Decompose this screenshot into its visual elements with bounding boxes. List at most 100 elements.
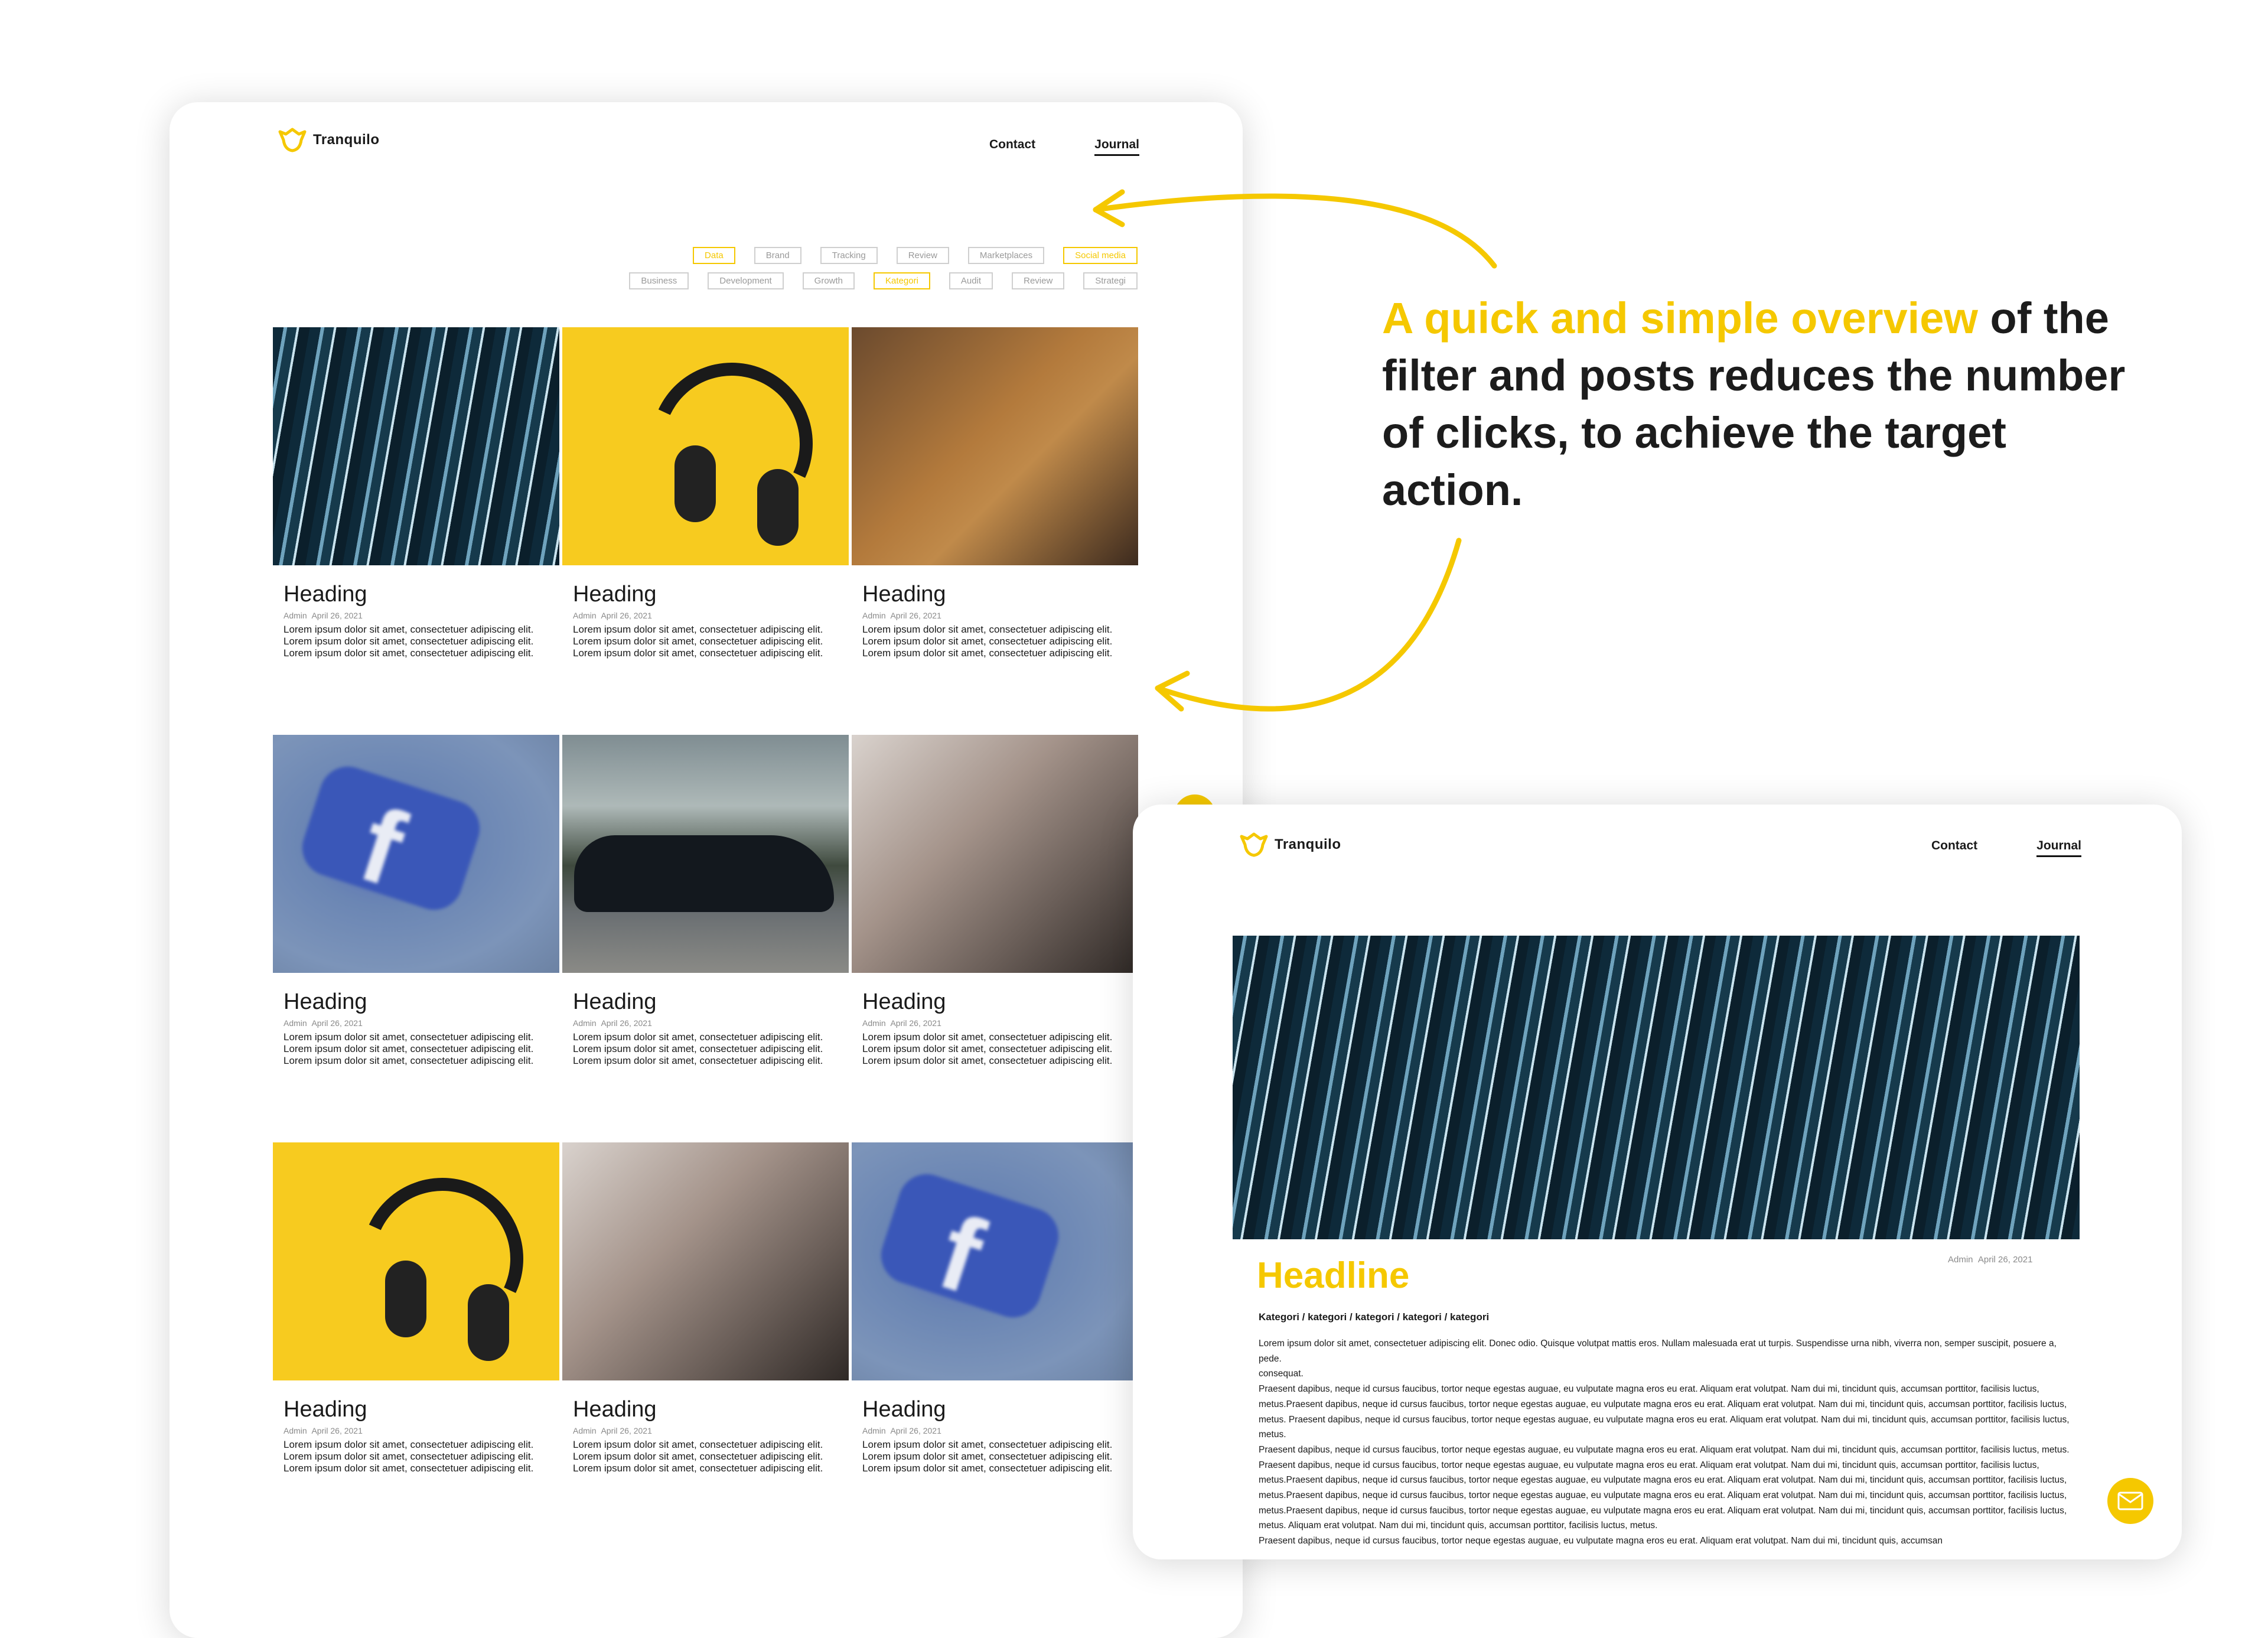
post-excerpt: Lorem ipsum dolor sit amet, consectetuer… xyxy=(573,1031,823,1066)
article-frame: Tranquilo Contact Journal Headline Admin… xyxy=(1133,805,2182,1559)
article-body: Lorem ipsum dolor sit amet, consectetuer… xyxy=(1259,1336,2074,1549)
post-meta: Admin April 26, 2021 xyxy=(284,611,559,620)
mail-icon xyxy=(2117,1492,2143,1510)
article-hero-image xyxy=(1233,936,2080,1239)
post-meta: Admin April 26, 2021 xyxy=(862,1018,1138,1028)
post-author: Admin xyxy=(862,1018,886,1028)
post-heading[interactable]: Heading xyxy=(862,989,1138,1015)
nav-journal[interactable]: Journal xyxy=(2036,839,2081,857)
post-author: Admin xyxy=(573,611,597,620)
post-author: Admin xyxy=(284,1426,307,1435)
main-nav: Contact Journal xyxy=(989,138,1139,156)
filter-chip-audit[interactable]: Audit xyxy=(949,272,993,289)
main-nav-article: Contact Journal xyxy=(1931,839,2081,857)
post-date: April 26, 2021 xyxy=(311,1018,363,1028)
filter-chip-tracking[interactable]: Tracking xyxy=(820,247,878,264)
post-heading[interactable]: Heading xyxy=(573,582,849,607)
nav-contact[interactable]: Contact xyxy=(1931,839,1977,857)
post-date: April 26, 2021 xyxy=(890,611,941,620)
post-excerpt: Lorem ipsum dolor sit amet, consectetuer… xyxy=(284,1439,534,1474)
post-heading[interactable]: Heading xyxy=(573,989,849,1015)
mail-button[interactable] xyxy=(2107,1478,2153,1524)
post-image-architecture[interactable] xyxy=(852,735,1138,973)
post-excerpt: Lorem ipsum dolor sit amet, consectetuer… xyxy=(862,1031,1113,1066)
post-date: April 26, 2021 xyxy=(890,1018,941,1028)
post-image-headphones[interactable] xyxy=(562,327,849,565)
post-excerpt: Lorem ipsum dolor sit amet, consectetuer… xyxy=(573,624,823,659)
post-image-facebook[interactable]: f xyxy=(852,1142,1138,1380)
post-meta: Admin April 26, 2021 xyxy=(284,1018,559,1028)
post-date: April 26, 2021 xyxy=(601,611,652,620)
post-author: Admin xyxy=(862,611,886,620)
brand-name: Tranquilo xyxy=(1275,836,1341,852)
filter-row-2: Business Development Growth Kategori Audit Re… xyxy=(606,272,1138,289)
nav-contact[interactable]: Contact xyxy=(989,138,1035,156)
post-image-headphones[interactable] xyxy=(273,1142,559,1380)
post-author: Admin xyxy=(284,611,307,620)
post-card[interactable]: Heading Admin April 26, 2021 Lorem ipsum d… xyxy=(852,735,1138,1067)
filter-chip-review[interactable]: Review xyxy=(1012,272,1065,289)
post-meta: Admin April 26, 2021 xyxy=(573,1018,849,1028)
article-paragraph: Praesent dapibus, neque id cursus faucib… xyxy=(1259,1384,2070,1440)
arrow-top xyxy=(1093,193,1497,269)
post-excerpt: Lorem ipsum dolor sit amet, consectetuer… xyxy=(573,1439,823,1474)
callout-arrows xyxy=(1093,189,1497,712)
filter-chip-kategori[interactable]: Kategori xyxy=(874,272,930,289)
brand-logo[interactable]: Tranquilo xyxy=(278,127,380,153)
article-paragraph: consequat. xyxy=(1259,1369,1304,1379)
post-author: Admin xyxy=(573,1018,597,1028)
article-author: Admin xyxy=(1948,1255,1973,1265)
tranquilo-logo-icon xyxy=(278,128,307,152)
post-card[interactable]: f Heading Admin April 26, 2021 Lorem ipsum … xyxy=(852,1142,1138,1474)
post-heading[interactable]: Heading xyxy=(284,1397,559,1422)
post-card[interactable]: Heading Admin April 26, 2021 Lorem ipsum d… xyxy=(562,1142,849,1474)
post-meta: Admin April 26, 2021 xyxy=(284,1426,559,1435)
post-date: April 26, 2021 xyxy=(311,611,363,620)
post-card[interactable]: Heading Admin April 26, 2021 Lorem ipsum d… xyxy=(273,1142,559,1474)
post-author: Admin xyxy=(284,1018,307,1028)
post-card[interactable]: Heading Admin April 26, 2021 Lorem ipsum d… xyxy=(273,327,559,659)
article-categories[interactable]: Kategori / kategori / kategori / kategor… xyxy=(1259,1311,1489,1323)
post-image-car[interactable] xyxy=(562,735,849,973)
post-image-light-streaks[interactable] xyxy=(273,327,559,565)
post-heading[interactable]: Heading xyxy=(284,989,559,1015)
nav-journal[interactable]: Journal xyxy=(1094,138,1139,156)
brand-logo-article[interactable]: Tranquilo xyxy=(1239,832,1341,858)
tranquilo-logo-icon xyxy=(1240,832,1268,857)
post-meta: Admin April 26, 2021 xyxy=(573,611,849,620)
post-card[interactable]: f Heading Admin April 26, 2021 Lorem ipsum … xyxy=(273,735,559,1067)
post-date: April 26, 2021 xyxy=(601,1426,652,1435)
article-paragraph: Praesent dapibus, neque id cursus faucib… xyxy=(1259,1536,1943,1546)
post-date: April 26, 2021 xyxy=(890,1426,941,1435)
post-heading[interactable]: Heading xyxy=(573,1397,849,1422)
article-date: April 26, 2021 xyxy=(1977,1255,2033,1265)
filter-chip-business[interactable]: Business xyxy=(629,272,689,289)
arrow-bottom xyxy=(1155,538,1462,712)
filter-chip-development[interactable]: Development xyxy=(708,272,784,289)
post-card[interactable]: Heading Admin April 26, 2021 Lorem ipsum d… xyxy=(562,735,849,1067)
brand-name: Tranquilo xyxy=(313,132,380,148)
filter-row-1: Data Brand Tracking Review Marketplaces Socia… xyxy=(606,247,1138,264)
post-author: Admin xyxy=(573,1426,597,1435)
post-date: April 26, 2021 xyxy=(601,1018,652,1028)
post-author: Admin xyxy=(862,1426,886,1435)
post-image-facebook[interactable]: f xyxy=(273,735,559,973)
post-heading[interactable]: Heading xyxy=(862,1397,1138,1422)
filter-chip-growth[interactable]: Growth xyxy=(802,272,855,289)
article-meta: Admin April 26, 2021 xyxy=(1948,1255,2032,1265)
post-date: April 26, 2021 xyxy=(311,1426,363,1435)
post-excerpt: Lorem ipsum dolor sit amet, consectetuer… xyxy=(284,1031,534,1066)
filter-chip-data[interactable]: Data xyxy=(693,247,735,264)
article-headline: Headline xyxy=(1257,1255,1410,1296)
filter-chip-marketplaces[interactable]: Marketplaces xyxy=(967,247,1045,264)
filter-bar: Data Brand Tracking Review Marketplaces Socia… xyxy=(606,247,1138,298)
filter-chip-review[interactable]: Review xyxy=(896,247,949,264)
post-image-architecture[interactable] xyxy=(562,1142,849,1380)
filter-chip-brand[interactable]: Brand xyxy=(754,247,801,264)
article-paragraph: Praesent dapibus, neque id cursus faucib… xyxy=(1259,1460,2067,1531)
post-meta: Admin April 26, 2021 xyxy=(862,1426,1138,1435)
post-meta: Admin April 26, 2021 xyxy=(573,1426,849,1435)
article-paragraph: Lorem ipsum dolor sit amet, consectetuer… xyxy=(1259,1339,2057,1364)
post-heading[interactable]: Heading xyxy=(284,582,559,607)
post-card[interactable]: Heading Admin April 26, 2021 Lorem ipsum d… xyxy=(562,327,849,659)
